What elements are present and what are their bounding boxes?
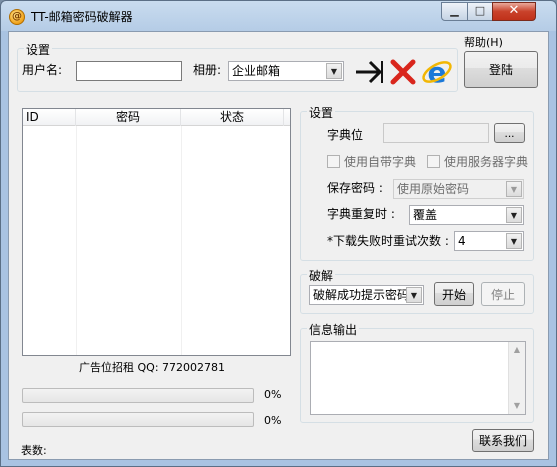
column-password[interactable]: 密码 <box>76 109 181 126</box>
builtin-dict-checkbox[interactable]: 使用自带字典 <box>327 153 416 170</box>
client-area: 设置 用户名: 相册: 企业邮箱 ▼ e 帮助(H) 登陆 ID 密码 状态 广… <box>8 31 549 460</box>
dictionary-label: 字典位 <box>327 128 364 142</box>
column-status[interactable]: 状态 <box>181 109 284 126</box>
crack-title: 破解 <box>307 267 336 284</box>
progress-bar-2 <box>22 412 254 427</box>
dict-repeat-select[interactable]: 覆盖 ▼ <box>409 205 524 225</box>
ad-footer: 广告位招租 QQ: 772002781 <box>79 361 226 374</box>
username-input[interactable] <box>76 61 182 81</box>
app-window: @ TT-邮箱密码破解器 ▁ □ ✕ 设置 用户名: 相册: 企业邮箱 ▼ e … <box>0 0 557 467</box>
ie-icon[interactable]: e <box>421 56 453 88</box>
progress-bar-1 <box>22 388 254 403</box>
maximize-button[interactable]: □ <box>467 2 493 21</box>
password-list[interactable]: ID 密码 状态 <box>22 108 291 356</box>
progress-label-1: 0% <box>264 388 282 401</box>
username-label: 用户名: <box>22 63 63 77</box>
dictionary-path-input[interactable] <box>383 123 489 143</box>
checkbox-icon[interactable] <box>327 155 340 168</box>
crack-mode-select[interactable]: 破解成功提示密码 ▼ <box>309 285 424 305</box>
output-title: 信息输出 <box>307 321 360 338</box>
progress-label-2: 0% <box>264 414 282 427</box>
window-title: TT-邮箱密码破解器 <box>31 10 133 24</box>
title-bar[interactable]: @ TT-邮箱密码破解器 ▁ □ ✕ <box>1 1 556 31</box>
chevron-down-icon[interactable]: ▼ <box>506 233 522 249</box>
builtin-dict-label: 使用自带字典 <box>344 155 417 169</box>
help-menu[interactable]: 帮助(H) <box>464 34 503 50</box>
settings-right-group: 设置 字典位 ... 使用自带字典 使用服务器字典 保存密码 : 使用原始密码 … <box>300 104 534 261</box>
dict-repeat-value: 覆盖 <box>413 208 438 222</box>
crack-group: 破解 破解成功提示密码 ▼ 开始 停止 <box>300 267 534 314</box>
server-dict-label: 使用服务器字典 <box>444 155 529 169</box>
album-select[interactable]: 企业邮箱 ▼ <box>228 61 344 81</box>
retry-value: 4 <box>458 234 466 248</box>
start-button[interactable]: 开始 <box>434 282 474 306</box>
minimize-button[interactable]: ▁ <box>441 2 468 21</box>
chevron-down-icon[interactable]: ▼ <box>326 63 342 79</box>
settings-right-title: 设置 <box>307 104 336 121</box>
output-scrollbar[interactable]: ▲ ▼ <box>508 342 525 414</box>
contact-us-button[interactable]: 联系我们 <box>472 429 534 452</box>
settings-top-group: 设置 用户名: 相册: 企业邮箱 ▼ e <box>17 41 458 92</box>
column-id[interactable]: ID <box>23 109 76 126</box>
count-label: 表数: <box>21 444 47 457</box>
crack-mode-value: 破解成功提示密码 <box>313 288 410 302</box>
chevron-down-icon[interactable]: ▼ <box>506 207 522 223</box>
server-dict-checkbox[interactable]: 使用服务器字典 <box>427 153 528 170</box>
retry-select[interactable]: 4 ▼ <box>454 231 524 251</box>
chevron-down-icon[interactable]: ▼ <box>406 287 422 303</box>
chevron-down-icon[interactable]: ▼ <box>506 181 522 197</box>
scroll-down-icon[interactable]: ▼ <box>509 398 525 414</box>
scroll-up-icon[interactable]: ▲ <box>509 342 525 358</box>
output-group: 信息输出 ▲ ▼ <box>300 321 534 423</box>
album-label: 相册: <box>193 63 222 77</box>
save-password-label: 保存密码 : <box>327 181 383 195</box>
dict-repeat-label: 字典重复时 : <box>327 207 395 221</box>
list-header: ID 密码 状态 <box>23 109 290 126</box>
stop-button[interactable]: 停止 <box>481 282 525 306</box>
login-button[interactable]: 登陆 <box>464 51 538 88</box>
settings-top-title: 设置 <box>24 41 53 58</box>
svg-text:e: e <box>428 56 447 88</box>
save-password-select[interactable]: 使用原始密码 ▼ <box>393 179 524 199</box>
arrow-right-icon[interactable] <box>353 56 385 88</box>
album-select-value: 企业邮箱 <box>232 64 281 78</box>
red-x-icon[interactable] <box>387 56 419 88</box>
checkbox-icon[interactable] <box>427 155 440 168</box>
retry-label: *下载失败时重试次数 : <box>327 234 449 248</box>
output-textarea[interactable]: ▲ ▼ <box>310 341 526 415</box>
save-password-value: 使用原始密码 <box>397 182 470 196</box>
close-button[interactable]: ✕ <box>492 2 536 21</box>
browse-button[interactable]: ... <box>494 123 525 143</box>
app-logo-icon: @ <box>9 9 25 25</box>
